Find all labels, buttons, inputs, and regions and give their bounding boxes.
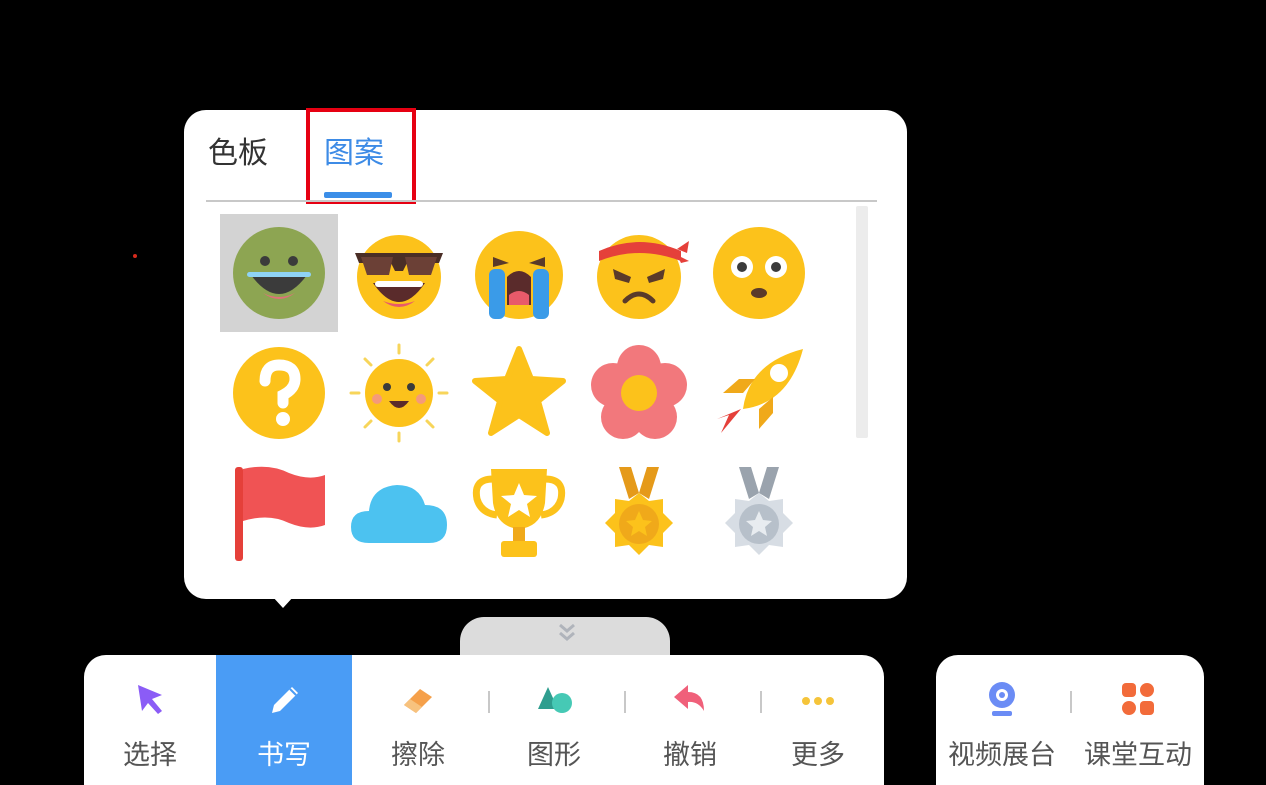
rocket-icon bbox=[717, 349, 803, 433]
pattern-item-flag[interactable] bbox=[220, 454, 338, 572]
more-button[interactable]: 更多 bbox=[752, 655, 884, 785]
webcam-icon bbox=[989, 682, 1015, 716]
pattern-item-star[interactable] bbox=[460, 334, 578, 452]
select-tool-button[interactable]: 选择 bbox=[84, 655, 216, 785]
undo-icon bbox=[674, 685, 704, 711]
pattern-item-cloud[interactable] bbox=[340, 454, 458, 572]
star-icon bbox=[472, 346, 566, 436]
pen-icon bbox=[272, 687, 298, 713]
sunglasses-face-icon bbox=[355, 235, 443, 319]
cursor-icon bbox=[138, 685, 162, 714]
pattern-item-flower[interactable] bbox=[580, 334, 698, 452]
cloud-icon bbox=[351, 485, 447, 543]
more-icon bbox=[802, 697, 834, 705]
green-smile-face-icon bbox=[233, 227, 325, 319]
canvas-red-dot bbox=[133, 254, 137, 258]
flower-icon bbox=[591, 345, 687, 439]
surprised-face-icon bbox=[713, 227, 805, 319]
video-booth-label: 视频展台 bbox=[948, 740, 1056, 771]
class-interaction-label: 课堂互动 bbox=[1084, 740, 1192, 771]
pattern-item-sun[interactable] bbox=[340, 334, 458, 452]
sun-icon bbox=[349, 343, 449, 443]
silver-medal-icon bbox=[725, 467, 793, 555]
angry-headband-face-icon bbox=[597, 235, 689, 319]
undo-button[interactable]: 撤销 bbox=[624, 655, 756, 785]
question-mark-icon bbox=[233, 347, 325, 439]
interaction-icon bbox=[1122, 683, 1154, 715]
pattern-item-sunglasses[interactable] bbox=[340, 214, 458, 332]
highlight-annotation-box bbox=[306, 108, 416, 204]
shapes-tool-button[interactable]: 图形 bbox=[488, 655, 620, 785]
trophy-icon bbox=[472, 469, 566, 557]
main-toolbar: 选择 书写 擦除 图形 撤销 更多 bbox=[84, 655, 884, 785]
pattern-item-rocket[interactable] bbox=[700, 334, 818, 452]
video-booth-button[interactable]: 视频展台 bbox=[936, 655, 1068, 785]
pen-tool-label: 书写 bbox=[257, 740, 311, 771]
pattern-item-trophy[interactable] bbox=[460, 454, 578, 572]
select-tool-label: 选择 bbox=[123, 740, 177, 771]
undo-label: 撤销 bbox=[663, 740, 717, 771]
class-interaction-button[interactable]: 课堂互动 bbox=[1072, 655, 1204, 785]
pattern-item-gold-medal[interactable] bbox=[580, 454, 698, 572]
pattern-scrollbar[interactable] bbox=[856, 206, 868, 438]
tab-divider bbox=[206, 200, 877, 202]
pattern-item-surprised[interactable] bbox=[700, 214, 818, 332]
pattern-item-green-smile[interactable] bbox=[220, 214, 338, 332]
shapes-icon bbox=[538, 687, 572, 713]
secondary-toolbar: 视频展台 课堂互动 bbox=[936, 655, 1204, 785]
eraser-tool-button[interactable]: 擦除 bbox=[352, 655, 484, 785]
shapes-tool-label: 图形 bbox=[527, 740, 581, 771]
eraser-icon bbox=[404, 689, 432, 713]
pattern-item-angry[interactable] bbox=[580, 214, 698, 332]
pattern-item-silver-medal[interactable] bbox=[700, 454, 818, 572]
crying-face-icon bbox=[475, 231, 563, 319]
pen-pattern-popup: 色板 图案 bbox=[184, 108, 907, 599]
double-chevron-down-icon[interactable] bbox=[556, 622, 578, 649]
eraser-tool-label: 擦除 bbox=[391, 740, 445, 771]
pen-tool-button[interactable]: 书写 bbox=[216, 655, 352, 785]
more-label: 更多 bbox=[791, 740, 845, 771]
popup-pointer bbox=[272, 596, 294, 608]
gold-medal-icon bbox=[605, 467, 673, 555]
pattern-item-crying[interactable] bbox=[460, 214, 578, 332]
tab-palette[interactable]: 色板 bbox=[208, 136, 268, 172]
red-flag-icon bbox=[235, 466, 325, 561]
pattern-item-question[interactable] bbox=[220, 334, 338, 452]
